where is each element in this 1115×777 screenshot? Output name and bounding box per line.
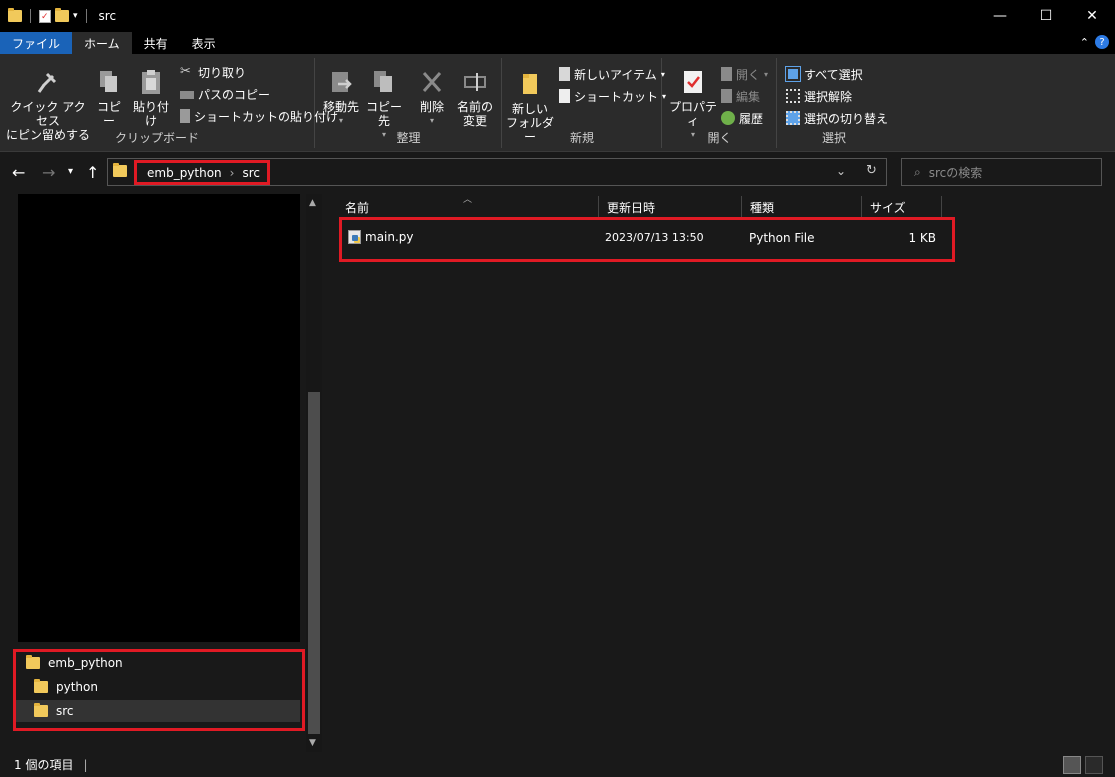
select-group: すべて選択 選択解除 選択の切り替え 選択 <box>778 58 890 148</box>
select-none-button[interactable]: 選択解除 <box>786 86 852 106</box>
cut-button[interactable]: ✂ 切り取り <box>180 62 246 82</box>
details-view-icon[interactable] <box>1063 756 1081 774</box>
quick-access-toolbar: ✓ ▾ <box>0 8 91 23</box>
back-arrow-icon[interactable]: ← <box>12 163 25 182</box>
navigation-pane-hidden-area <box>18 194 300 642</box>
properties-icon <box>684 71 702 93</box>
move-to-button[interactable]: 移動先 ▾ <box>320 68 362 128</box>
ribbon-tabs: ファイル ホーム 共有 表示 ⌃ ? <box>0 32 1115 54</box>
help-icon[interactable]: ? <box>1095 35 1109 49</box>
divider <box>85 9 87 23</box>
shortcut-icon <box>559 89 570 103</box>
pin-icon <box>37 72 57 93</box>
title-bar: ✓ ▾ src — ☐ ✕ <box>0 0 1115 32</box>
paste-icon <box>142 70 160 94</box>
paste-shortcut-button[interactable]: ショートカットの貼り付け <box>180 106 338 126</box>
group-label: 選択 <box>821 131 846 145</box>
refresh-icon[interactable]: ↻ <box>866 163 877 178</box>
tab-file[interactable]: ファイル <box>0 32 73 54</box>
history-button[interactable]: 履歴 <box>721 108 763 128</box>
tab-home[interactable]: ホーム <box>72 32 132 54</box>
edit-icon <box>721 89 732 103</box>
column-header-type[interactable]: 種類 <box>742 196 862 218</box>
properties-icon[interactable]: ✓ <box>39 9 51 23</box>
maximize-button[interactable]: ☐ <box>1023 0 1069 32</box>
organize-group: 移動先 ▾ コピー先 ▾ 削除 ▾ 名前の 変更 整理 <box>316 58 502 148</box>
divider <box>30 9 31 23</box>
move-to-icon <box>332 72 352 92</box>
tab-view[interactable]: 表示 <box>180 32 228 54</box>
navigation-scrollbar[interactable]: ▲ ▼ <box>306 194 322 752</box>
ribbon: クイック アクセス にピン留めする コピー 貼り付け ✂ 切り取り パスのコピー… <box>0 54 1115 152</box>
group-label: 整理 <box>396 131 421 145</box>
column-header-name[interactable]: 名前 <box>337 196 599 218</box>
scroll-up-icon[interactable]: ▲ <box>309 198 316 208</box>
new-group: 新しい フォルダー 新しいアイテム ▾ ショートカット ▾ 新規 <box>503 58 666 148</box>
recent-locations-chevron-icon[interactable]: ▾ <box>68 166 73 177</box>
shortcut-button[interactable]: ショートカット ▾ <box>559 86 666 106</box>
search-icon: ⌕ <box>914 164 921 179</box>
select-all-icon <box>785 66 801 82</box>
forward-arrow-icon[interactable]: → <box>42 163 55 182</box>
group-label: クリップボード <box>114 131 199 145</box>
highlight-box <box>13 649 305 731</box>
breadcrumb-item-emb-python[interactable]: emb_python <box>147 166 222 180</box>
scroll-down-icon[interactable]: ▼ <box>309 738 316 748</box>
collapse-ribbon-icon[interactable]: ⌃ <box>1080 36 1089 49</box>
new-item-icon <box>559 67 570 81</box>
group-label: 新規 <box>569 131 594 145</box>
open-group: プロパティ ▾ 開く ▾ 編集 履歴 開く <box>663 58 777 148</box>
edit-button[interactable]: 編集 <box>721 86 760 106</box>
paste-shortcut-icon <box>180 109 190 123</box>
tab-share[interactable]: 共有 <box>132 32 180 54</box>
close-button[interactable]: ✕ <box>1069 0 1115 32</box>
minimize-button[interactable]: — <box>977 0 1023 32</box>
status-bar: 1 個の項目 | <box>0 752 1115 777</box>
large-icons-view-icon[interactable] <box>1085 756 1103 774</box>
invert-selection-icon <box>786 111 800 125</box>
delete-icon <box>422 72 442 92</box>
new-folder-icon[interactable] <box>55 8 69 22</box>
column-header-size[interactable]: サイズ <box>862 196 942 218</box>
up-arrow-icon[interactable]: ↑ <box>86 163 99 182</box>
divider: | <box>83 757 88 772</box>
rename-button[interactable]: 名前の 変更 <box>454 68 496 128</box>
clipboard-group: クイック アクセス にピン留めする コピー 貼り付け ✂ 切り取り パスのコピー… <box>0 58 338 148</box>
select-none-icon <box>786 89 800 103</box>
scrollbar-thumb[interactable] <box>308 392 320 734</box>
copy-button[interactable]: コピー <box>92 68 126 128</box>
copy-icon <box>100 71 117 92</box>
search-input[interactable]: srcの検索 <box>929 164 983 181</box>
qat-dropdown-icon[interactable]: ▾ <box>73 11 78 21</box>
address-dropdown-icon[interactable]: ⌄ <box>836 164 846 178</box>
open-icon <box>721 67 732 81</box>
group-label: 開く <box>707 131 732 145</box>
history-icon <box>721 111 735 125</box>
folder-icon <box>113 163 127 177</box>
delete-button[interactable]: 削除 ▾ <box>412 68 452 128</box>
scissors-icon: ✂ <box>180 64 191 79</box>
breadcrumb-item-src[interactable]: src <box>242 166 260 180</box>
open-button[interactable]: 開く ▾ <box>721 64 768 84</box>
copy-path-icon <box>180 91 194 99</box>
breadcrumb: emb_python › src <box>134 160 270 185</box>
highlight-box <box>339 217 955 262</box>
window-title: src <box>98 9 117 23</box>
folder-icon <box>8 8 22 22</box>
invert-selection-button[interactable]: 選択の切り替え <box>786 108 888 128</box>
file-list <box>325 194 1115 752</box>
new-item-button[interactable]: 新しいアイテム ▾ <box>559 64 665 84</box>
select-all-button[interactable]: すべて選択 <box>785 64 863 84</box>
search-box[interactable]: ⌕ srcの検索 <box>901 158 1102 186</box>
dropdown-icon: ▾ <box>764 69 769 79</box>
copy-path-button[interactable]: パスのコピー <box>180 84 270 104</box>
paste-button[interactable]: 貼り付け <box>128 68 174 128</box>
column-header-modified[interactable]: 更新日時 <box>599 196 742 218</box>
rename-icon <box>464 73 486 91</box>
new-folder-icon <box>523 74 537 94</box>
copy-to-icon <box>374 71 392 92</box>
breadcrumb-separator-icon[interactable]: › <box>230 166 235 180</box>
item-count: 1 個の項目 <box>14 758 74 772</box>
